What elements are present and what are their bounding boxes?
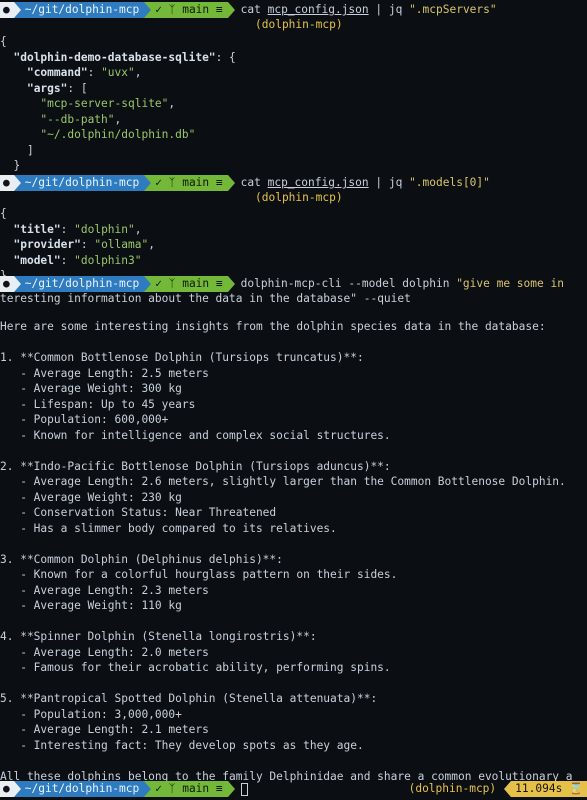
- output-line: - Average Length: 2.1 meters: [0, 723, 209, 736]
- right-status: (dolphin-mcp) 11.094s ⌛: [409, 781, 587, 797]
- git-branch-name: main: [182, 277, 210, 291]
- equal-icon: ≡: [209, 176, 223, 190]
- json-line: "command": "uvx",: [26, 66, 142, 79]
- git-segment: ✓ ᛉ main ≡: [151, 781, 228, 797]
- prompt-path: ~/git/dolphin-mcp: [20, 276, 145, 292]
- command-3-wrap: teresting information about the data in …: [0, 292, 411, 305]
- hourglass-icon: ⌛: [569, 782, 583, 796]
- output-line: Here are some interesting insights from …: [0, 320, 546, 333]
- json-line: "provider": "ollama",: [13, 238, 155, 251]
- text-cursor[interactable]: [240, 782, 248, 796]
- output-line: - Average Length: 2.0 meters: [0, 645, 209, 659]
- output-line: 5. **Pantropical Spotted Dolphin (Stenel…: [0, 692, 378, 705]
- json-line: "model": "dolphin3": [13, 253, 142, 267]
- json-line: ]: [0, 143, 34, 157]
- json-line: "~/.dolphin/dolphin.db": [40, 128, 196, 141]
- output-line: 2. **Indo-Pacific Bottlenose Dolphin (Tu…: [0, 459, 391, 473]
- output-line: - Average Length: 2.5 meters: [0, 366, 209, 380]
- json-line: {: [0, 207, 7, 220]
- git-segment: ✓ ᛉ main ≡: [151, 175, 228, 191]
- prompt-path: ~/git/dolphin-mcp: [20, 2, 145, 18]
- output-line: - Known for intelligence and complex soc…: [0, 428, 391, 442]
- equal-icon: ≡: [209, 277, 223, 291]
- command-2: cat mcp_config.json | jq ".models[0]": [240, 176, 490, 190]
- git-branch-icon: ᛉ: [168, 277, 183, 291]
- duration-badge: 11.094s ⌛: [511, 781, 587, 797]
- equal-icon: ≡: [209, 3, 223, 17]
- prompt-line-3: ● ~/git/dolphin-mcp ✓ ᛉ main ≡ dolphin-m…: [0, 276, 564, 292]
- output-line: 1. **Common Bottlenose Dolphin (Tursiops…: [0, 351, 364, 364]
- json-line: {: [0, 35, 7, 48]
- output-line: - Known for a colorful hourglass pattern…: [0, 568, 398, 581]
- env-label-right: (dolphin-mcp): [408, 782, 497, 796]
- git-branch-icon: ᛉ: [168, 176, 183, 190]
- output-line: - Has a slimmer body compared to its rel…: [0, 521, 337, 535]
- git-segment: ✓ ᛉ main ≡: [151, 276, 228, 292]
- env-label-1: (dolphin-mcp): [255, 18, 343, 31]
- prompt-path: ~/git/dolphin-mcp: [20, 175, 145, 191]
- git-branch-name: main: [182, 176, 210, 190]
- check-circle-icon: ✓: [155, 782, 169, 796]
- check-circle-icon: ✓: [155, 176, 169, 190]
- env-label-2: (dolphin-mcp): [255, 191, 343, 204]
- git-branch-name: main: [182, 782, 210, 796]
- json-line: "--db-path",: [40, 112, 122, 126]
- output-line: - Average Weight: 230 kg: [0, 490, 182, 504]
- output-line: 3. **Common Dolphin (Delphinus delphis)*…: [0, 552, 283, 566]
- check-circle-icon: ✓: [155, 3, 169, 17]
- equal-icon: ≡: [209, 782, 223, 796]
- output-line: - Conservation Status: Near Threatened: [0, 506, 277, 519]
- output-line: - Average Length: 2.3 meters: [0, 583, 209, 597]
- apple-icon: ●: [0, 781, 14, 797]
- prompt-line-2: ● ~/git/dolphin-mcp ✓ ᛉ main ≡ cat mcp_c…: [0, 175, 490, 191]
- output-line: 4. **Spinner Dolphin (Stenella longirost…: [0, 630, 317, 643]
- apple-icon: ●: [0, 2, 14, 18]
- output-line: - Average Weight: 110 kg: [0, 599, 182, 612]
- check-circle-icon: ✓: [155, 277, 169, 291]
- output-line: - Lifespan: Up to 45 years: [0, 397, 196, 411]
- output-line: - Population: 3,000,000+: [0, 707, 182, 721]
- json-line: "title": "dolphin",: [13, 222, 142, 236]
- json-line: "dolphin-demo-database-sqlite": {: [13, 50, 236, 64]
- command-3: dolphin-mcp-cli --model dolphin "give me…: [240, 277, 564, 291]
- prompt-line-4: ● ~/git/dolphin-mcp ✓ ᛉ main ≡: [0, 781, 248, 797]
- output-line: - Average Length: 2.6 meters, slightly l…: [0, 475, 566, 488]
- output-line: - Population: 600,000+: [0, 413, 169, 426]
- json-line: "mcp-server-sqlite",: [40, 97, 176, 110]
- json-line: "args": [: [26, 81, 88, 95]
- output-line: - Interesting fact: They develop spots a…: [0, 738, 364, 752]
- git-branch-icon: ᛉ: [168, 782, 183, 796]
- apple-icon: ●: [0, 276, 14, 292]
- prompt-line-1: ● ~/git/dolphin-mcp ✓ ᛉ main ≡ cat mcp_c…: [0, 2, 497, 18]
- output-line: - Average Weight: 300 kg: [0, 382, 182, 395]
- git-branch-name: main: [182, 3, 210, 17]
- git-segment: ✓ ᛉ main ≡: [151, 2, 228, 18]
- command-1: cat mcp_config.json | jq ".mcpServers": [240, 3, 497, 17]
- terminal-window[interactable]: ● ~/git/dolphin-mcp ✓ ᛉ main ≡ cat mcp_c…: [0, 0, 587, 800]
- apple-icon: ●: [0, 175, 14, 191]
- prompt-path: ~/git/dolphin-mcp: [20, 781, 145, 797]
- output-line: - Famous for their acrobatic ability, pe…: [0, 661, 391, 674]
- json-line: }: [0, 159, 21, 172]
- git-branch-icon: ᛉ: [168, 3, 183, 17]
